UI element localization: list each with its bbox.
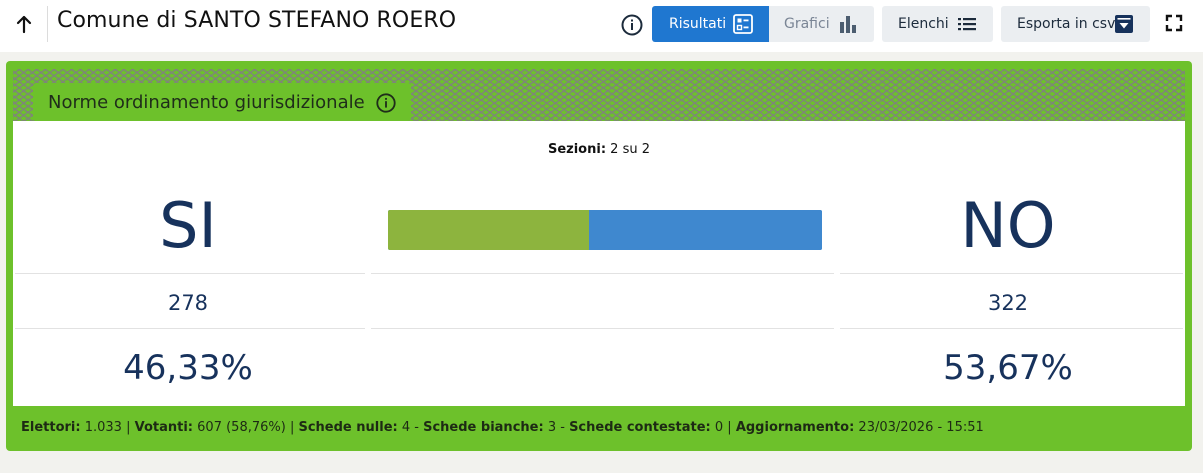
si-label: SI [159,189,217,262]
risultati-label: Risultati [669,16,727,32]
bar-chart-icon [840,16,856,33]
page-title: Comune di SANTO STEFANO ROERO [57,8,457,33]
elenchi-label: Elenchi [898,16,949,32]
results-panel: Sezioni: 2 su 2 SI NO 278 322 46,33% 53,… [13,121,1185,406]
arrow-up-icon [16,15,32,34]
schede-contestate-label: Schede contestate: [569,420,711,435]
divider [840,328,1183,329]
sezioni-info: Sezioni: 2 su 2 [13,142,1185,157]
export-csv-label: Esporta in csv [1017,16,1116,32]
schede-bianche-label: Schede bianche: [423,420,544,435]
aggiornamento-value: 23/03/2026 - 15:51 [858,420,984,435]
votanti-value: 607 (58,76%) [197,420,286,435]
divider [840,273,1183,274]
fullscreen-icon[interactable] [1163,12,1185,34]
export-csv-button[interactable]: Esporta in csv [1001,6,1150,42]
download-icon [1115,15,1133,33]
si-percent: 46,33% [123,348,253,388]
referendum-card: Norme ordinamento giurisdizionale Sezion… [6,61,1192,451]
si-bar-segment [388,210,589,250]
divider [47,6,48,42]
schede-bianche-value: 3 [547,420,557,435]
schede-nulle-value: 4 [401,420,411,435]
risultati-button[interactable]: Risultati [652,6,769,42]
divider [15,273,365,274]
schede-contestate-value: 0 [714,420,724,435]
grafici-button[interactable]: Grafici [769,6,874,42]
referendum-tag-label: Norme ordinamento giurisdizionale [48,91,365,113]
divider [371,328,834,329]
info-icon[interactable] [375,92,397,114]
list-card-icon [733,14,753,34]
schede-nulle-label: Schede nulle: [298,420,398,435]
divider [15,328,365,329]
no-votes: 322 [987,291,1029,315]
card-header: Norme ordinamento giurisdizionale [13,69,1185,121]
elenchi-button[interactable]: Elenchi [882,6,993,42]
stats-footer: Elettori: 1.033 | Votanti: 607 (58,76%) … [21,420,984,435]
votanti-label: Votanti: [134,420,194,435]
top-bar: Comune di SANTO STEFANO ROERO Risultati … [0,0,1203,52]
info-icon[interactable] [620,13,644,37]
sezioni-label: Sezioni: [547,142,607,157]
sezioni-value: 2 su 2 [610,142,650,157]
results-bar [388,210,822,250]
divider [371,273,834,274]
si-votes: 278 [167,291,209,315]
aggiornamento-label: Aggiornamento: [735,420,855,435]
back-button[interactable] [8,8,40,40]
elettori-value: 1.033 [84,420,122,435]
grafici-label: Grafici [784,16,830,32]
referendum-tag: Norme ordinamento giurisdizionale [33,83,411,121]
no-bar-segment [589,210,822,250]
elettori-label: Elettori: [21,420,81,435]
list-icon [958,18,976,31]
no-percent: 53,67% [943,348,1073,388]
no-label: NO [960,189,1056,262]
